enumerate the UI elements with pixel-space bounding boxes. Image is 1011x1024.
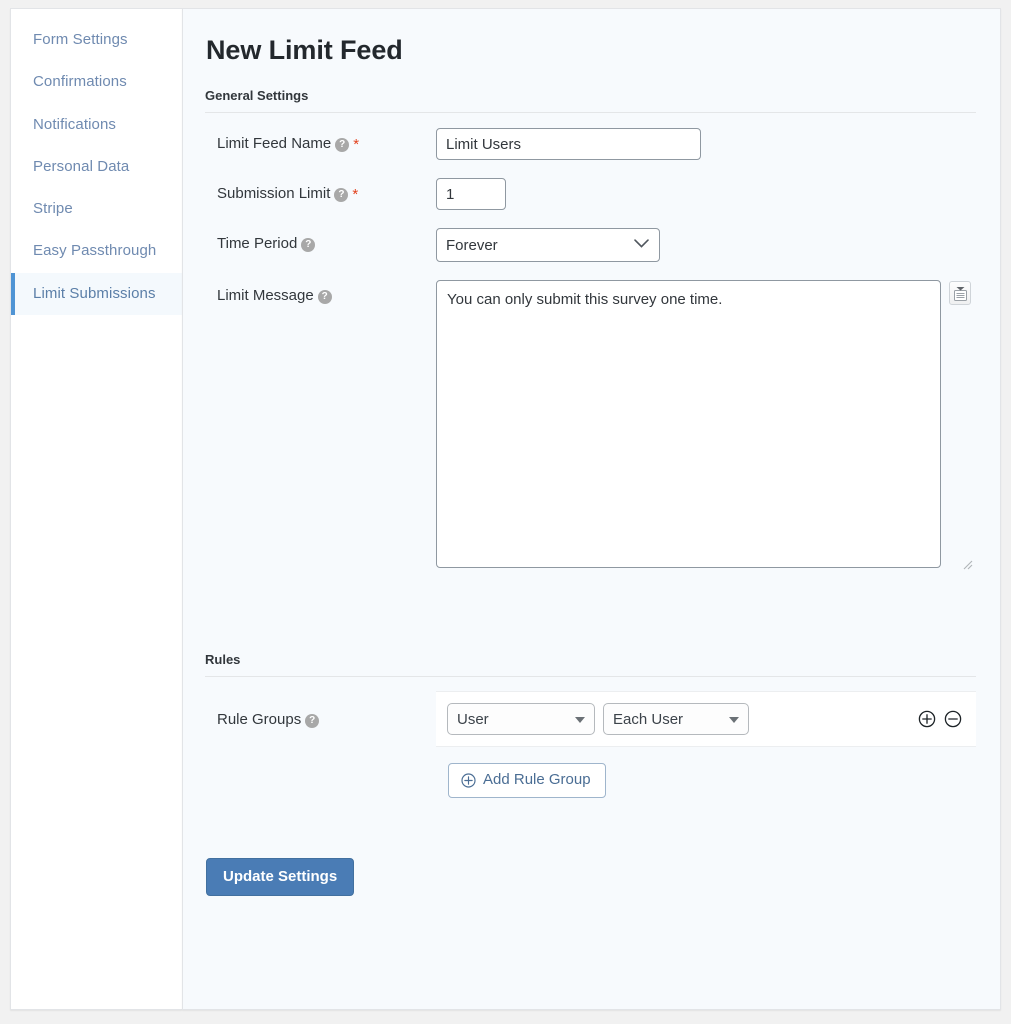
rule-group-row: User Each User <box>436 691 976 747</box>
field-row-rule-groups: Rule Groups? User Each User <box>205 691 976 747</box>
field-label-submission-limit: Submission Limit? * <box>205 178 436 204</box>
section-header-rules: Rules <box>205 652 976 677</box>
sidebar-item-label: Easy Passthrough <box>33 242 157 260</box>
sidebar-item-confirmations[interactable]: Confirmations <box>11 61 182 103</box>
sidebar-item-limit-submissions[interactable]: Limit Submissions <box>11 272 182 315</box>
limit-message-textarea[interactable]: You can only submit this survey one time… <box>436 280 941 568</box>
rule-scope-select-wrap: Each User <box>603 703 749 735</box>
field-label-limit-feed-name: Limit Feed Name? * <box>205 128 436 154</box>
field-row-limit-message: Limit Message? You can only submit this … <box>205 271 976 582</box>
layout-spacer <box>205 763 448 798</box>
sidebar-item-form-settings[interactable]: Form Settings <box>11 19 182 61</box>
update-settings-button[interactable]: Update Settings <box>206 857 355 896</box>
field-control-limit-message: You can only submit this survey one time… <box>436 280 976 573</box>
form-actions: Update Settings <box>205 857 976 896</box>
add-rule-group-label: Add Rule Group <box>483 771 591 788</box>
section-header-general-settings: General Settings <box>205 88 976 113</box>
rule-scope-select[interactable]: Each User <box>603 703 749 735</box>
question-mark-icon[interactable]: ? <box>305 713 320 728</box>
rule-type-select-wrap: User <box>447 703 595 735</box>
label-text: Limit Feed Name <box>217 135 332 152</box>
field-row-limit-feed-name: Limit Feed Name? * <box>205 119 976 169</box>
sidebar-item-personal-data[interactable]: Personal Data <box>11 146 182 188</box>
label-text: Submission Limit <box>217 185 331 202</box>
field-row-time-period: Time Period? Forever <box>205 219 976 271</box>
submission-limit-input[interactable] <box>436 178 506 210</box>
rule-type-select[interactable]: User <box>447 703 595 735</box>
circle-minus-icon[interactable] <box>944 710 962 728</box>
sidebar-item-label: Form Settings <box>33 31 128 48</box>
app-window: Form Settings Confirmations Notification… <box>0 0 1011 1024</box>
sidebar-item-label: Stripe <box>33 200 73 217</box>
rules-section: Rules Rule Groups? User Each User Add Ru… <box>205 652 976 896</box>
field-control-time-period: Forever <box>436 228 976 262</box>
question-mark-icon[interactable]: ? <box>301 238 316 252</box>
field-label-rule-groups: Rule Groups? <box>205 711 436 728</box>
field-label-limit-message: Limit Message? <box>205 280 436 305</box>
time-period-select[interactable]: Forever <box>436 228 660 262</box>
sidebar-item-stripe[interactable]: Stripe <box>11 188 182 230</box>
sidebar-item-easy-passthrough[interactable]: Easy Passthrough <box>11 230 182 272</box>
sidebar-item-label: Limit Submissions <box>33 284 156 302</box>
settings-sidebar: Form Settings Confirmations Notification… <box>10 8 182 1010</box>
limit-message-textarea-wrap: You can only submit this survey one time… <box>436 280 976 573</box>
label-text: Rule Groups <box>217 710 302 728</box>
sidebar-item-notifications[interactable]: Notifications <box>11 104 182 146</box>
field-row-submission-limit: Submission Limit? * <box>205 169 976 219</box>
circle-plus-icon[interactable] <box>918 710 936 728</box>
sidebar-item-label: Personal Data <box>33 157 130 175</box>
required-asterisk: * <box>352 186 359 203</box>
add-rule-group-button[interactable]: Add Rule Group <box>448 763 606 798</box>
time-period-select-wrap: Forever <box>436 228 660 262</box>
merge-tags-icon[interactable] <box>949 281 971 305</box>
rule-row-actions <box>918 710 962 728</box>
field-label-time-period: Time Period? <box>205 228 436 253</box>
question-mark-icon[interactable]: ? <box>334 188 349 202</box>
field-control-limit-feed-name <box>436 128 976 160</box>
question-mark-icon[interactable]: ? <box>335 138 350 152</box>
page-title: New Limit Feed <box>206 35 403 65</box>
circle-plus-icon <box>461 773 476 788</box>
label-text: Limit Message <box>217 287 314 304</box>
resize-grip-icon <box>960 557 973 570</box>
sidebar-item-label: Notifications <box>33 115 117 133</box>
sidebar-item-label: Confirmations <box>33 73 127 91</box>
limit-feed-name-input[interactable] <box>436 128 701 160</box>
field-control-submission-limit <box>436 178 976 210</box>
add-rule-group-row: Add Rule Group <box>205 763 976 798</box>
settings-main-panel: New Limit Feed General Settings Limit Fe… <box>182 8 1001 1010</box>
label-text: Time Period <box>217 235 298 252</box>
question-mark-icon[interactable]: ? <box>317 290 332 304</box>
required-asterisk: * <box>353 136 360 153</box>
